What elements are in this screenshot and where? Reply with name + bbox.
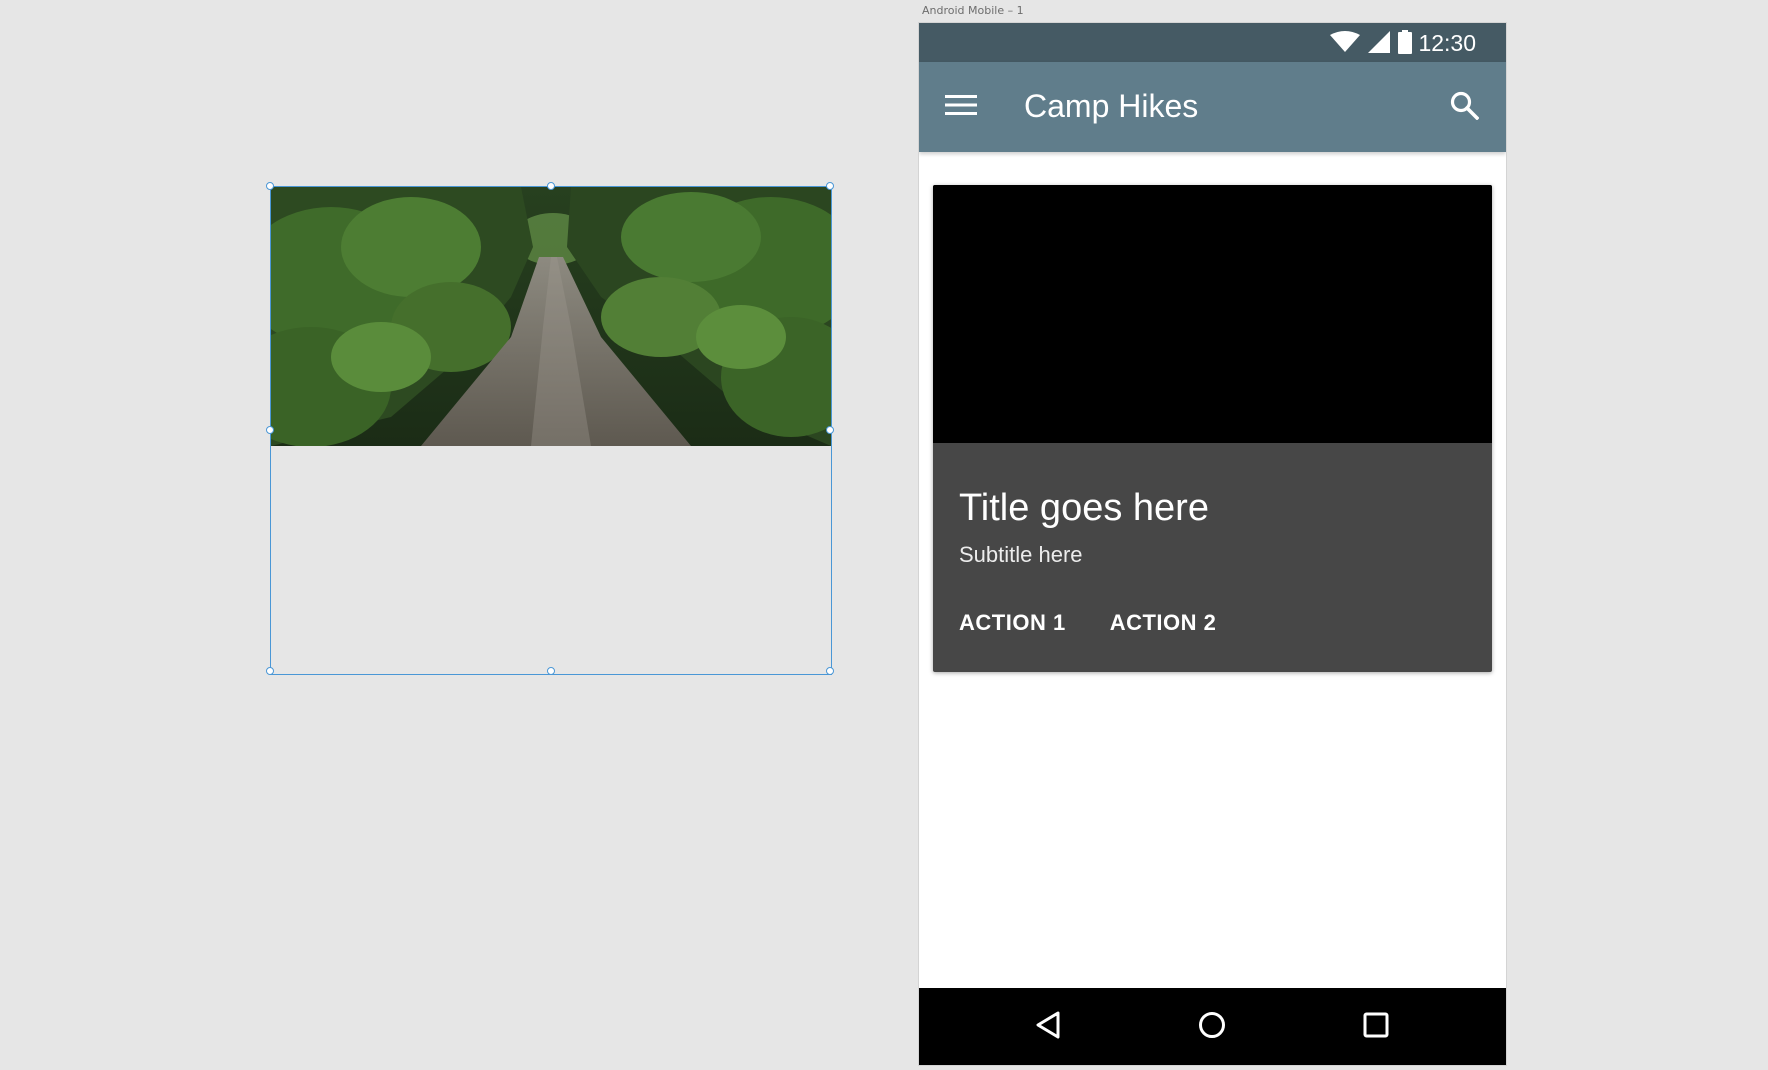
status-time: 12:30 [1418, 30, 1476, 56]
android-mobile-artboard[interactable]: 12:30 Camp Hikes Title goes here Subtitl… [919, 23, 1506, 1065]
battery-icon [1398, 30, 1412, 59]
resize-handle-mid-left[interactable] [266, 426, 274, 434]
card-actions: ACTION 1 ACTION 2 [959, 610, 1216, 636]
content-card[interactable]: Title goes here Subtitle here ACTION 1 A… [933, 185, 1492, 672]
cell-signal-icon [1368, 31, 1390, 58]
app-bar: Camp Hikes [919, 62, 1506, 152]
action-1-button[interactable]: ACTION 1 [959, 610, 1066, 636]
resize-handle-top-center[interactable] [547, 182, 555, 190]
search-icon [1449, 90, 1480, 125]
card-title: Title goes here [959, 487, 1209, 529]
resize-handle-mid-right[interactable] [826, 426, 834, 434]
search-button[interactable] [1444, 87, 1484, 127]
wifi-icon [1330, 31, 1360, 58]
resize-handle-bottom-left[interactable] [266, 667, 274, 675]
home-button[interactable] [1192, 1007, 1232, 1047]
card-subtitle: Subtitle here [959, 542, 1083, 567]
forest-trail-illustration [271, 187, 831, 446]
back-button[interactable] [1028, 1007, 1068, 1047]
resize-handle-bottom-center[interactable] [547, 667, 555, 675]
artboard-label[interactable]: Android Mobile – 1 [922, 4, 1024, 17]
resize-handle-top-left[interactable] [266, 182, 274, 190]
status-icons [1330, 30, 1412, 59]
status-bar: 12:30 [919, 23, 1506, 62]
menu-button[interactable] [941, 87, 981, 127]
hamburger-menu-icon [945, 93, 977, 122]
app-title: Camp Hikes [1024, 88, 1199, 124]
resize-handle-bottom-right[interactable] [826, 667, 834, 675]
card-media-placeholder [933, 185, 1492, 443]
forest-trail-photo[interactable] [271, 187, 831, 446]
home-circle-icon [1197, 1010, 1227, 1045]
resize-handle-top-right[interactable] [826, 182, 834, 190]
recents-button[interactable] [1356, 1007, 1396, 1047]
recents-square-icon [1362, 1011, 1390, 1044]
action-2-button[interactable]: ACTION 2 [1110, 610, 1217, 636]
navigation-bar [919, 988, 1506, 1065]
back-triangle-icon [1034, 1010, 1062, 1045]
selected-image-layer[interactable] [266, 182, 834, 675]
